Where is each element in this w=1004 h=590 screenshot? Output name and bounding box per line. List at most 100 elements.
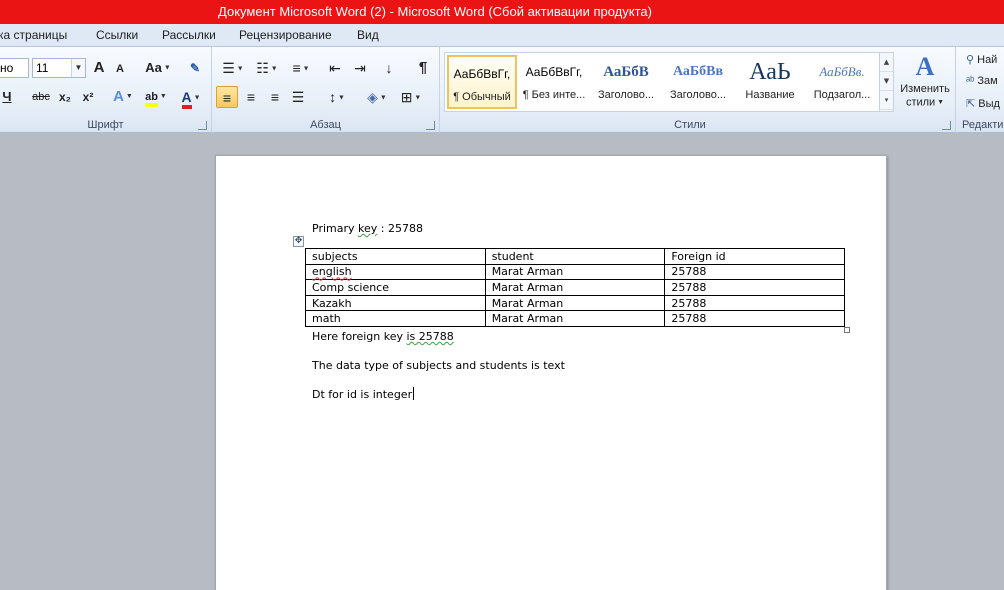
line-spacing-icon[interactable]: ↕ ▼: [322, 86, 352, 108]
justify-icon[interactable]: ☰: [287, 86, 309, 108]
ribbon-tabs: ка страницы Ссылки Рассылки Рецензирован…: [0, 24, 1004, 47]
style-heading-1[interactable]: АаБбВ Заголово...: [591, 55, 661, 109]
gallery-scroll[interactable]: ▲ ▼ ▾: [879, 53, 893, 111]
increase-indent-icon[interactable]: ⇥: [349, 57, 371, 79]
table-cell[interactable]: 25788: [664, 310, 845, 327]
shading-icon[interactable]: ◈ ▼: [362, 86, 392, 108]
numbering-icon[interactable]: ☷ ▼: [252, 57, 282, 79]
multilevel-list-icon[interactable]: ≡ ▼: [286, 57, 316, 79]
text-effects-label: A: [113, 88, 124, 105]
table-cell[interactable]: 25788: [664, 279, 845, 296]
font-color-button[interactable]: A ▼: [176, 86, 206, 109]
style-name: Заголово...: [597, 89, 655, 101]
replace-button[interactable]: ᵃᵇ Зам: [966, 75, 998, 87]
table-cell[interactable]: subjects: [305, 248, 486, 265]
style-preview: АаЬ: [749, 59, 791, 85]
document-area[interactable]: Primary key : 25788 ✥ subjects student F…: [0, 134, 1004, 590]
align-right-icon[interactable]: ≡: [264, 86, 286, 108]
table-cell[interactable]: math: [305, 310, 486, 327]
table-cell[interactable]: student: [484, 248, 666, 265]
expand-gallery-icon[interactable]: ▾: [880, 91, 893, 110]
chevron-down-icon: ▼: [71, 59, 85, 77]
shrink-font-button[interactable]: A: [112, 58, 128, 80]
style-name: Подзагол...: [813, 89, 871, 101]
style-heading-2[interactable]: АаБбВв Заголово...: [663, 55, 733, 109]
table-cell[interactable]: Marat Arman: [484, 279, 666, 296]
styles-group-label: Стили: [674, 119, 706, 131]
spell-flag: key: [358, 222, 378, 235]
table-cell[interactable]: Marat Arman: [484, 294, 666, 312]
dialog-launcher-icon[interactable]: [198, 121, 207, 130]
styles-gallery: АаБбВвГг, ¶ Обычный АаБбВвГг, ¶ Без инте…: [444, 52, 894, 112]
data-table: subjects student Foreign id english Mara…: [305, 248, 845, 327]
find-button[interactable]: ⚲ Най: [966, 53, 997, 66]
change-styles-icon: A: [915, 52, 935, 81]
table-cell[interactable]: Comp science: [305, 279, 486, 296]
scroll-down-icon[interactable]: ▼: [880, 72, 893, 91]
find-label: Най: [977, 54, 998, 66]
chevron-down-icon: ▼: [157, 93, 167, 101]
style-preview: АаБбВв.: [819, 64, 865, 79]
subscript-button[interactable]: x₂: [56, 86, 74, 108]
chevron-down-icon: ▼: [123, 93, 133, 101]
table-cell[interactable]: Kazakh: [305, 294, 486, 312]
borders-icon[interactable]: ⊞ ▼: [396, 86, 426, 108]
dialog-launcher-icon[interactable]: [942, 121, 951, 130]
chevron-down-icon: ▼: [191, 94, 201, 102]
table-cell[interactable]: Foreign id: [664, 248, 845, 265]
style-title[interactable]: АаЬ Название: [735, 55, 805, 109]
spell-flag: english: [312, 265, 352, 279]
strikethrough-button[interactable]: abc: [30, 86, 52, 108]
superscript-button[interactable]: x²: [79, 86, 97, 108]
sort-icon[interactable]: ↓: [378, 57, 400, 79]
tab-references[interactable]: Ссылки: [96, 28, 138, 42]
foreign-key-line: Here foreign key is 25788: [312, 330, 454, 343]
change-case-button[interactable]: Aa ▼: [144, 57, 172, 79]
font-size-combo[interactable]: 11 ▼: [32, 58, 86, 78]
highlight-button[interactable]: ab ▼: [140, 86, 172, 108]
align-left-icon[interactable]: ≡: [216, 86, 238, 108]
paragraph-group: ☰ ▼ ☷ ▼ ≡ ▼ ⇤ ⇥ ↓ ¶ ≡ ≡ ≡ ☰ ↕ ▼ ◈ ▼ ⊞ ▼ …: [212, 47, 440, 133]
decrease-indent-icon[interactable]: ⇤: [324, 57, 346, 79]
document-page[interactable]: Primary key : 25788 ✥ subjects student F…: [215, 155, 887, 590]
text-effects-button[interactable]: A ▼: [110, 86, 136, 108]
table-row: english Marat Arman 25788: [305, 263, 845, 281]
tab-page-layout[interactable]: ка страницы: [0, 28, 67, 42]
font-name-combo[interactable]: но: [0, 58, 29, 78]
grow-font-button[interactable]: A: [90, 57, 108, 79]
style-name: Название: [745, 89, 795, 101]
change-styles-button[interactable]: A Изменить стили ▼: [896, 51, 954, 115]
font-color-label: A: [181, 89, 192, 109]
select-button[interactable]: ⇱ Выд: [966, 97, 1000, 110]
primary-key-line: Primary key : 25788: [312, 222, 423, 235]
style-preview: АаБбВ: [603, 64, 649, 80]
grammar-flag: is 25788: [406, 330, 454, 343]
table-cell[interactable]: Marat Arman: [484, 263, 666, 281]
text-cursor: [413, 387, 415, 400]
change-case-label: Aa: [145, 60, 162, 75]
table-resize-handle[interactable]: [844, 327, 850, 333]
bullets-icon[interactable]: ☰ ▼: [218, 57, 248, 79]
table-move-icon[interactable]: ✥: [293, 236, 304, 247]
scroll-up-icon[interactable]: ▲: [880, 53, 893, 72]
chevron-down-icon: ▼: [161, 64, 171, 72]
tab-view[interactable]: Вид: [357, 28, 379, 42]
underline-button[interactable]: Ч: [0, 86, 14, 108]
tab-mailings[interactable]: Рассылки: [162, 28, 216, 42]
style-preview: АаБбВвГг,: [453, 67, 511, 81]
clear-formatting-icon[interactable]: ✎: [184, 57, 206, 79]
table-cell[interactable]: english: [305, 263, 486, 281]
style-no-spacing[interactable]: АаБбВвГг, ¶ Без инте...: [519, 55, 589, 109]
dialog-launcher-icon[interactable]: [426, 121, 435, 130]
tab-review[interactable]: Рецензирование: [239, 28, 332, 42]
show-marks-icon[interactable]: ¶: [412, 57, 434, 79]
table-cell[interactable]: 25788: [664, 294, 845, 312]
window-title: Документ Microsoft Word (2) - Microsoft …: [218, 4, 652, 19]
table-cell[interactable]: 25788: [664, 263, 845, 281]
highlight-label: ab: [145, 91, 158, 107]
style-subtitle[interactable]: АаБбВв. Подзагол...: [807, 55, 877, 109]
table-cell[interactable]: Marat Arman: [484, 310, 666, 327]
style-normal[interactable]: АаБбВвГг, ¶ Обычный: [447, 55, 517, 109]
align-center-icon[interactable]: ≡: [240, 86, 262, 108]
editing-group: ⚲ Най ᵃᵇ Зам ⇱ Выд Редакти: [956, 47, 1004, 133]
